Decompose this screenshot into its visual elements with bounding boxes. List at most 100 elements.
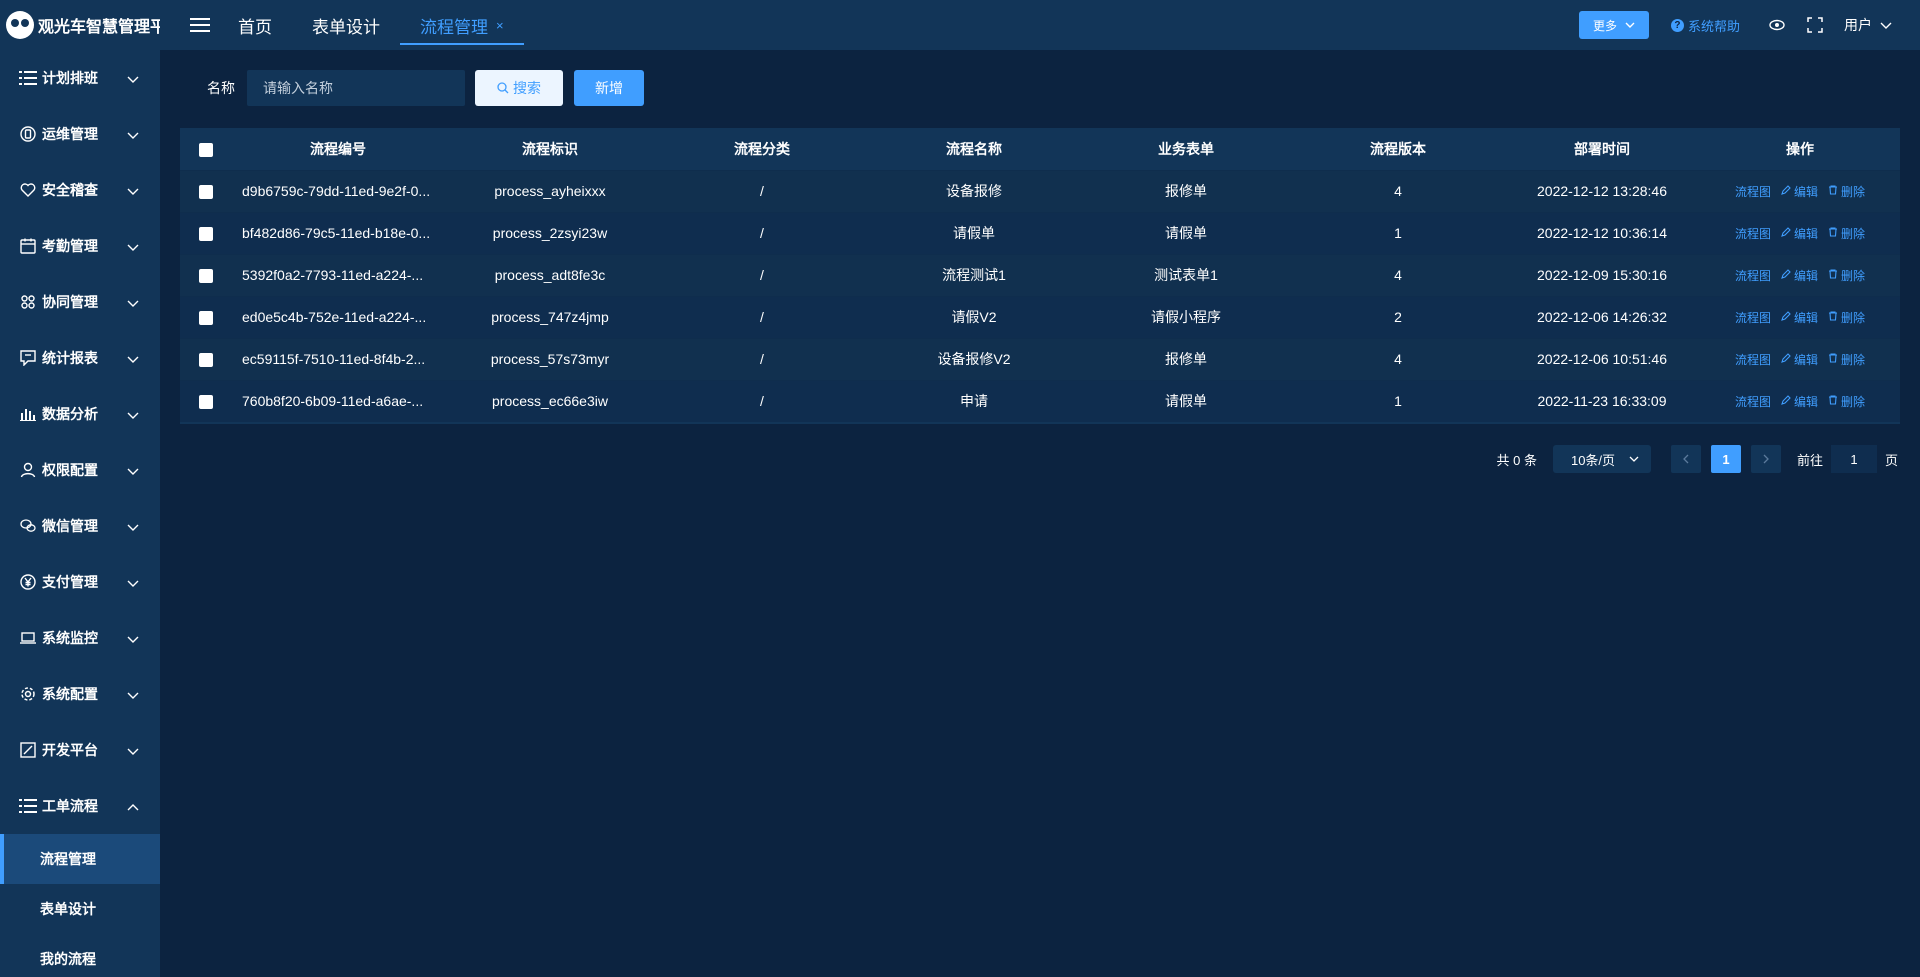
help-link[interactable]: ? 系统帮助 <box>1670 16 1740 35</box>
sidebar-item-4[interactable]: 协同管理 <box>0 274 160 330</box>
tab-form-design[interactable]: 表单设计 <box>292 0 400 50</box>
edit-link[interactable]: 编辑 <box>1781 183 1818 200</box>
tab-home[interactable]: 首页 <box>218 0 292 50</box>
col-process-version: 流程版本 <box>1370 140 1426 157</box>
trash-icon <box>1828 184 1841 198</box>
diagram-link[interactable]: 流程图 <box>1735 393 1771 410</box>
sidebar-item-label: 计划排班 <box>42 70 98 86</box>
cell-process-name: 流程测试1 <box>868 253 1080 296</box>
cell-actions: 流程图 编辑 删除 <box>1700 379 1900 422</box>
sidebar-item-10[interactable]: 系统监控 <box>0 610 160 666</box>
tab-close-icon[interactable]: × <box>496 18 504 33</box>
sidebar-item-label: 系统配置 <box>42 686 98 702</box>
diagram-link[interactable]: 流程图 <box>1735 309 1771 326</box>
tab-process-management[interactable]: 流程管理 × <box>400 0 524 50</box>
sidebar-item-1[interactable]: 运维管理 <box>0 106 160 162</box>
cell-deploy-time: 2022-12-06 10:51:46 <box>1504 337 1700 380</box>
cell-actions: 流程图 编辑 删除 <box>1700 295 1900 338</box>
row-checkbox[interactable] <box>199 227 213 242</box>
sidebar-item-2[interactable]: 安全稽查 <box>0 162 160 218</box>
name-search-input[interactable] <box>247 70 465 106</box>
sidebar-item-8[interactable]: 微信管理 <box>0 498 160 554</box>
table-row: 760b8f20-6b09-11ed-a6ae-... process_ec66e… <box>180 379 1900 422</box>
row-checkbox[interactable] <box>199 353 213 368</box>
delete-link[interactable]: 删除 <box>1828 183 1865 200</box>
eye-icon[interactable] <box>1768 16 1786 34</box>
sidebar-item-5[interactable]: 统计报表 <box>0 330 160 386</box>
chevron-down-icon <box>126 466 140 476</box>
row-checkbox[interactable] <box>199 395 213 410</box>
gear-icon <box>18 684 38 704</box>
sidebar-item-9[interactable]: 支付管理 <box>0 554 160 610</box>
edit-icon <box>1781 394 1794 408</box>
submenu-item-2[interactable]: 我的流程 <box>0 934 160 977</box>
delete-link[interactable]: 删除 <box>1828 393 1865 410</box>
row-checkbox[interactable] <box>199 269 213 284</box>
fullscreen-icon[interactable] <box>1806 16 1824 34</box>
app-logo[interactable]: 观光车智慧管理平台 <box>0 0 182 50</box>
edit-icon <box>1781 352 1794 366</box>
row-select-cell <box>180 211 232 254</box>
diagram-link[interactable]: 流程图 <box>1735 351 1771 368</box>
delete-link[interactable]: 删除 <box>1828 309 1865 326</box>
page-size-select[interactable]: 10条/页 <box>1552 445 1651 473</box>
edit-icon <box>18 740 38 760</box>
sidebar-item-6[interactable]: 数据分析 <box>0 386 160 442</box>
page-number-button[interactable]: 1 <box>1710 445 1741 473</box>
submenu-item-0[interactable]: 流程管理 <box>0 834 160 884</box>
list-icon <box>18 68 38 88</box>
sidebar-item-12[interactable]: 开发平台 <box>0 722 160 778</box>
chevron-down-icon <box>126 690 140 700</box>
edit-icon <box>1781 184 1794 198</box>
select-all-checkbox[interactable] <box>199 142 213 157</box>
sidebar-item-0[interactable]: 计划排班 <box>0 50 160 106</box>
cell-deploy-time: 2022-12-09 15:30:16 <box>1504 253 1700 296</box>
sidebar-item-7[interactable]: 权限配置 <box>0 442 160 498</box>
cell-process-version: 4 <box>1292 253 1504 296</box>
cell-process-category: / <box>656 253 868 296</box>
row-checkbox[interactable] <box>199 185 213 200</box>
cell-actions: 流程图 编辑 删除 <box>1700 169 1900 212</box>
wechat-icon <box>18 516 38 536</box>
sidebar-item-label: 支付管理 <box>42 574 98 590</box>
add-button[interactable]: 新增 <box>574 70 644 106</box>
edit-link[interactable]: 编辑 <box>1781 225 1818 242</box>
edit-link[interactable]: 编辑 <box>1781 351 1818 368</box>
cell-process-category: / <box>656 169 868 212</box>
sidebar-item-13[interactable]: 工单流程 <box>0 778 160 834</box>
diagram-link[interactable]: 流程图 <box>1735 183 1771 200</box>
table-row: d9b6759c-79dd-11ed-9e2f-0... process_ayhe… <box>180 169 1900 212</box>
edit-link[interactable]: 编辑 <box>1781 393 1818 410</box>
edit-link[interactable]: 编辑 <box>1781 267 1818 284</box>
user-menu[interactable]: 用户 <box>1844 15 1892 35</box>
cell-business-form: 测试表单1 <box>1080 253 1292 296</box>
delete-link[interactable]: 删除 <box>1828 267 1865 284</box>
cell-process-version: 2 <box>1292 295 1504 338</box>
sidebar-item-label: 运维管理 <box>42 126 98 142</box>
col-actions: 操作 <box>1786 140 1814 157</box>
diagram-link[interactable]: 流程图 <box>1735 267 1771 284</box>
cell-process-id: d9b6759c-79dd-11ed-9e2f-0... <box>232 169 444 212</box>
menu-toggle-button[interactable] <box>182 0 218 50</box>
goto-page-input[interactable] <box>1830 445 1877 473</box>
row-checkbox[interactable] <box>199 311 213 326</box>
search-button[interactable]: 搜索 <box>475 70 563 106</box>
cell-deploy-time: 2022-12-06 14:26:32 <box>1504 295 1700 338</box>
sidebar-item-3[interactable]: 考勤管理 <box>0 218 160 274</box>
more-button[interactable]: 更多 <box>1578 11 1649 39</box>
edit-link[interactable]: 编辑 <box>1781 309 1818 326</box>
search-label: 名称 <box>207 80 235 96</box>
cell-process-name: 设备报修 <box>868 169 1080 212</box>
prev-page-button[interactable] <box>1670 445 1701 473</box>
delete-link[interactable]: 删除 <box>1828 351 1865 368</box>
sidebar-item-label: 工单流程 <box>42 798 98 814</box>
delete-link[interactable]: 删除 <box>1828 225 1865 242</box>
cell-process-version: 4 <box>1292 337 1504 380</box>
submenu-item-1[interactable]: 表单设计 <box>0 884 160 934</box>
next-page-button[interactable] <box>1750 445 1781 473</box>
sidebar-item-11[interactable]: 系统配置 <box>0 666 160 722</box>
row-select-cell <box>180 253 232 296</box>
chevron-down-icon <box>126 578 140 588</box>
diagram-link[interactable]: 流程图 <box>1735 225 1771 242</box>
sidebar-item-label: 权限配置 <box>42 462 98 478</box>
